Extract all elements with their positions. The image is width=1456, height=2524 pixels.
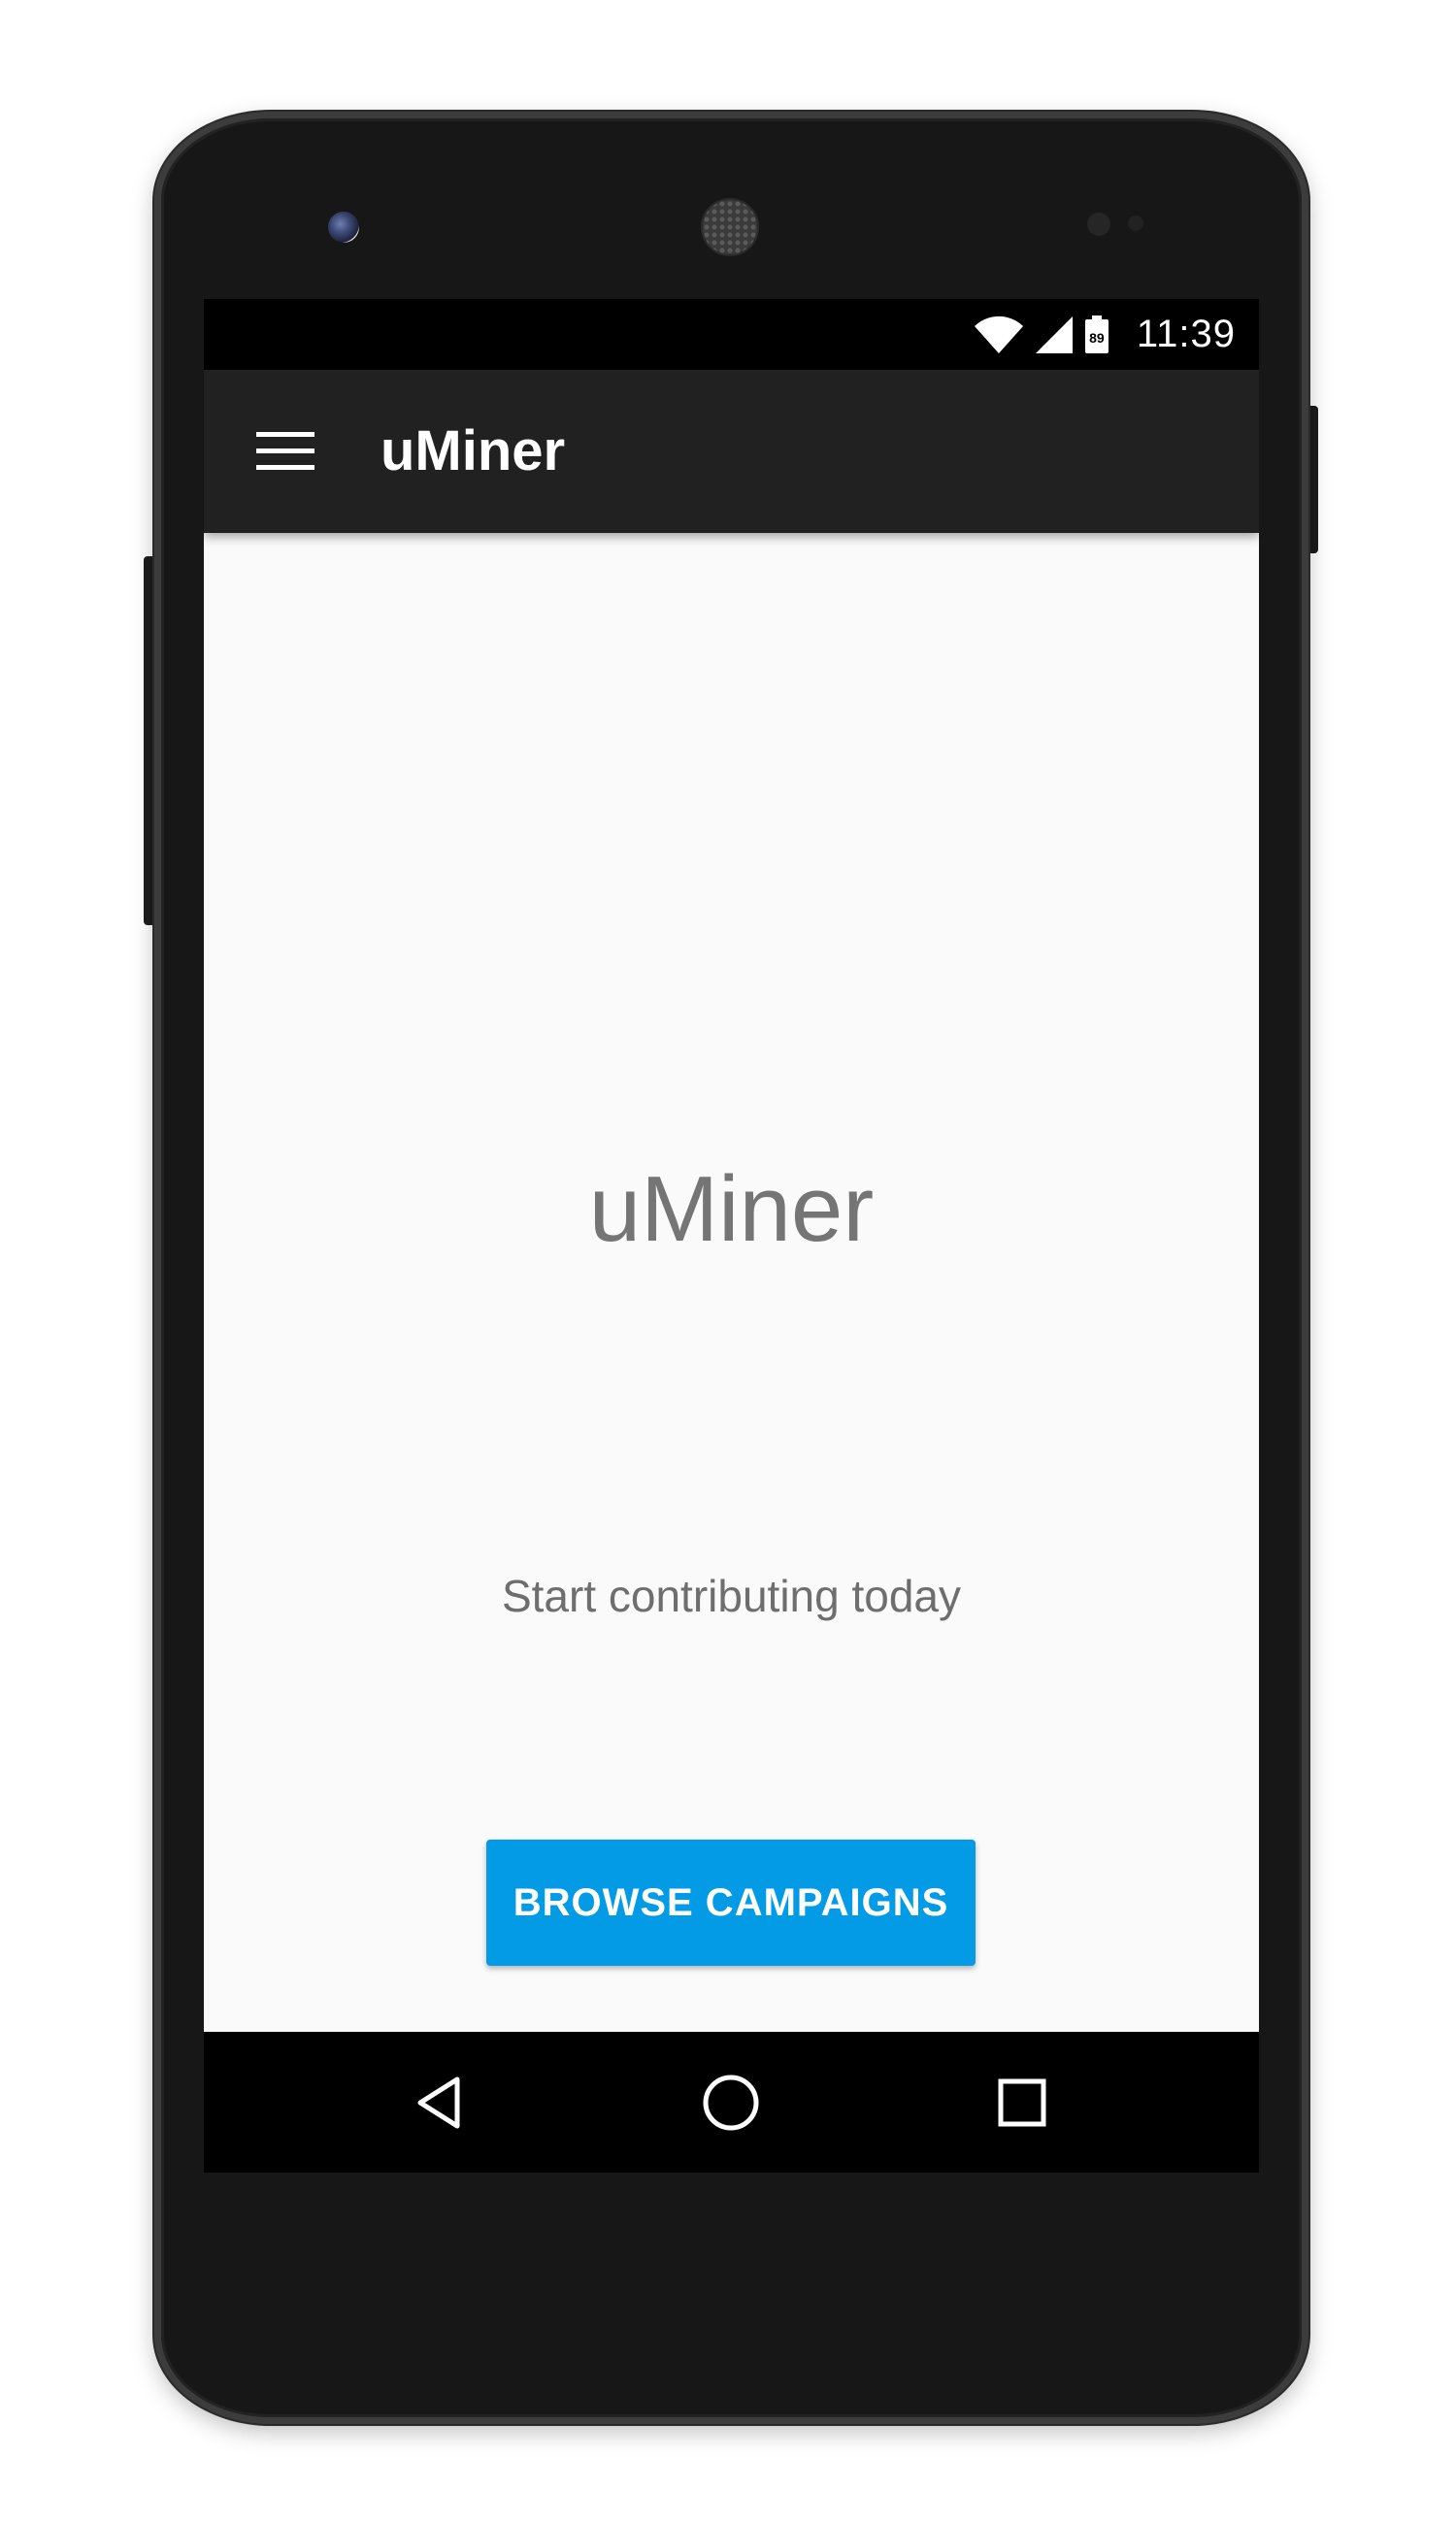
navigation-bar	[204, 2032, 1259, 2173]
status-bar: 89 11:39	[204, 299, 1259, 370]
browse-campaigns-button[interactable]: BROWSE CAMPAIGNS	[486, 1840, 976, 1966]
earpiece-speaker	[701, 198, 759, 256]
back-button[interactable]	[381, 2032, 498, 2173]
home-button[interactable]	[673, 2032, 789, 2173]
battery-level: 89	[1089, 329, 1105, 346]
battery-icon: 89	[1084, 315, 1109, 354]
light-sensor	[1128, 216, 1143, 231]
main-content: uMiner Start contributing today BROWSE C…	[204, 533, 1259, 2173]
back-icon	[417, 2076, 460, 2128]
app-bar-title: uMiner	[381, 419, 566, 482]
front-camera	[328, 212, 359, 243]
wifi-icon	[974, 316, 1023, 353]
status-time: 11:39	[1136, 313, 1236, 355]
app-bar: uMiner	[204, 370, 1259, 533]
cell-signal-icon	[1035, 316, 1073, 353]
hero-subtitle: Start contributing today	[501, 1571, 962, 1621]
proximity-sensor	[1087, 213, 1110, 236]
screen: 89 11:39 uMiner uMiner Start contributin…	[204, 299, 1259, 2173]
device-frame: 89 11:39 uMiner uMiner Start contributin…	[0, 0, 1456, 2524]
recents-icon	[998, 2078, 1046, 2126]
hero-title: uMiner	[588, 1157, 875, 1261]
status-icons: 89 11:39	[974, 299, 1236, 370]
menu-icon[interactable]	[256, 432, 314, 471]
recents-button[interactable]	[964, 2032, 1080, 2173]
home-icon	[703, 2075, 759, 2130]
